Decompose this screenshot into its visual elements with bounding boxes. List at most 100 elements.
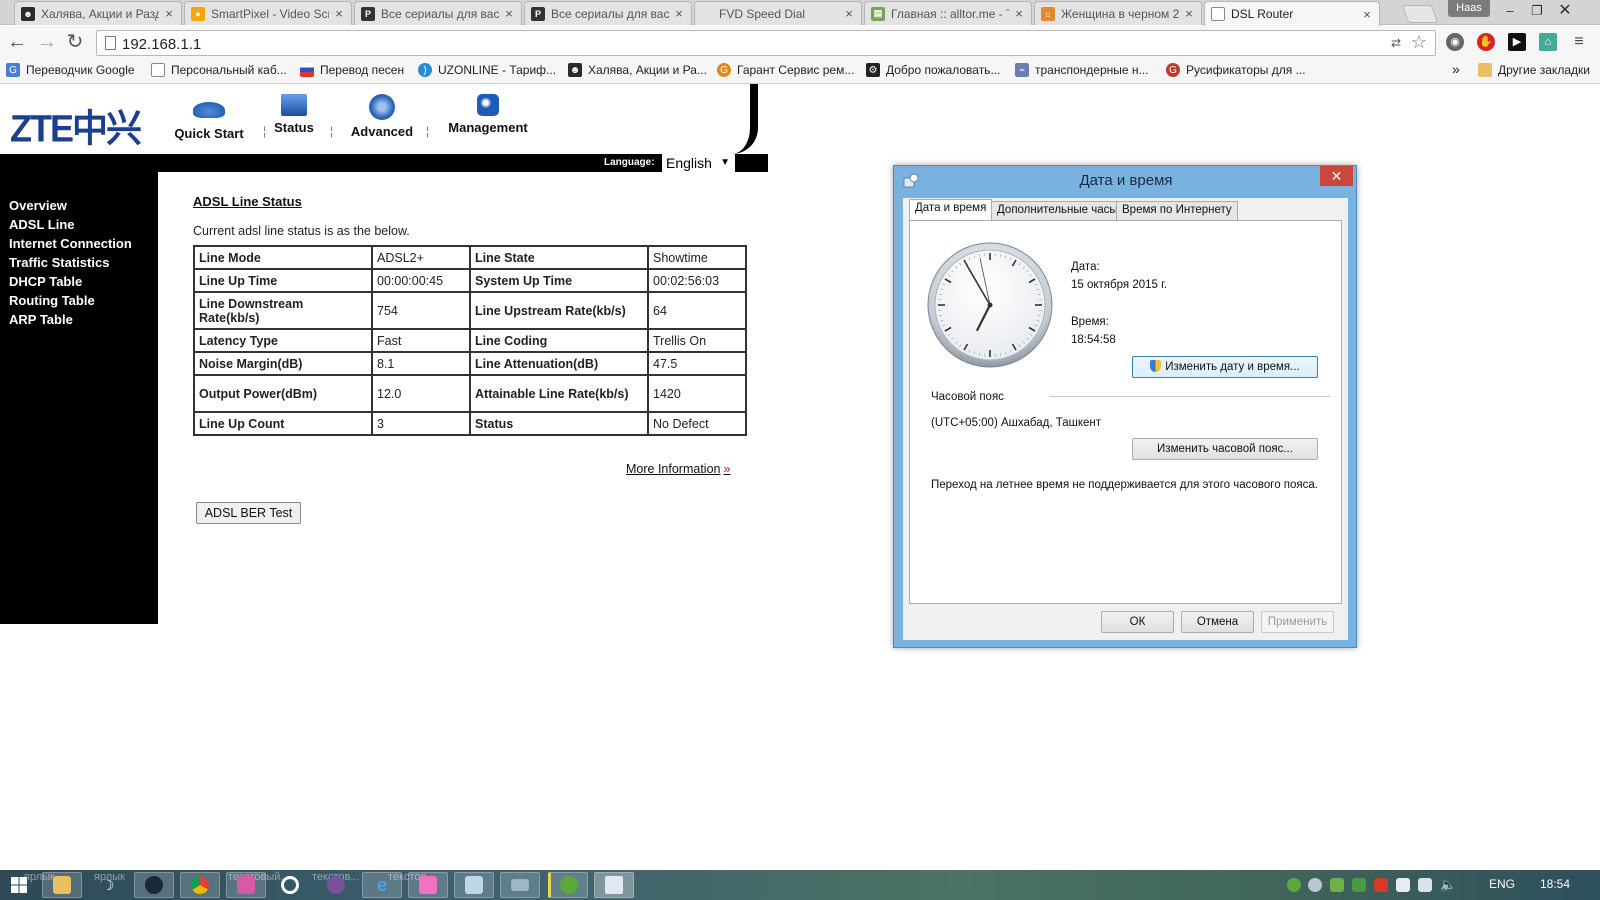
taskbar-steam[interactable] <box>134 872 174 898</box>
close-icon[interactable]: × <box>1183 6 1195 21</box>
table-key: Line State <box>469 245 649 270</box>
bookmark[interactable]: ⚙ Добро пожаловать... <box>866 63 1000 77</box>
taskbar-app[interactable] <box>226 872 266 898</box>
browser-tab[interactable]: FVD Speed Dial × <box>694 1 862 25</box>
input-language-indicator[interactable]: ENG <box>1489 877 1515 891</box>
nav-management[interactable]: Management <box>442 94 534 135</box>
close-window-icon[interactable]: ✕ <box>1553 2 1577 20</box>
browser-tab[interactable]: ☻ Халява, Акции и Разд × <box>14 1 182 25</box>
table-key: Line Up Count <box>193 411 373 436</box>
browser-tab[interactable]: P Все сериалы для вас × <box>354 1 522 25</box>
back-icon[interactable]: ← <box>4 30 30 56</box>
adsl-ber-test-button[interactable]: ADSL BER Test <box>196 502 301 524</box>
new-tab-button[interactable] <box>1401 5 1439 23</box>
bookmark[interactable]: ☻ Халява, Акции и Ра... <box>568 63 707 77</box>
bookmark[interactable]: Персональный каб... <box>151 63 287 77</box>
sidebar-item-arp-table[interactable]: ARP Table <box>9 312 73 327</box>
close-icon[interactable]: × <box>843 6 855 21</box>
sidebar-item-overview[interactable]: Overview <box>9 198 67 213</box>
extension-home-icon[interactable]: ⌂ <box>1539 33 1557 51</box>
sidebar-item-routing-table[interactable]: Routing Table <box>9 293 95 308</box>
taskbar-chrome[interactable] <box>180 872 220 898</box>
garant-icon: G <box>717 63 731 77</box>
table-value: 3 <box>371 411 471 436</box>
close-icon[interactable]: ✕ <box>1320 166 1353 186</box>
close-icon[interactable]: × <box>333 6 345 21</box>
page-title: ADSL Line Status <box>193 194 302 209</box>
browser-tab[interactable]: ▤ Главная :: alltor.me - Т × <box>864 1 1032 25</box>
tab-date-time[interactable]: Дата и время <box>909 199 993 220</box>
cancel-button[interactable]: Отмена <box>1181 611 1254 633</box>
page-icon <box>151 63 165 77</box>
taskbar-ie[interactable]: e <box>362 872 402 898</box>
other-bookmarks[interactable]: Другие закладки <box>1478 63 1590 77</box>
start-button[interactable] <box>2 872 36 898</box>
translate-icon[interactable]: ⇄ <box>1391 36 1401 50</box>
folder-icon <box>1478 63 1492 77</box>
close-icon[interactable]: × <box>503 6 515 21</box>
change-timezone-button[interactable]: Изменить часовой пояс... <box>1132 438 1318 460</box>
tab-additional-clocks[interactable]: Дополнительные часы <box>991 201 1124 220</box>
bookmark[interactable]: G Гарант Сервис рем... <box>717 63 854 77</box>
extension-terminal-icon[interactable]: ▶ <box>1508 33 1526 51</box>
taskbar-app[interactable] <box>454 872 494 898</box>
taskbar-app[interactable] <box>548 872 588 898</box>
browser-tab[interactable]: P Все сериалы для вас × <box>524 1 692 25</box>
browser-tab[interactable]: ⌂ Женщина в черном 2 × <box>1034 1 1202 25</box>
browser-tab-active[interactable]: DSL Router × <box>1204 1 1380 26</box>
profile-button[interactable]: Haas <box>1448 0 1490 17</box>
change-datetime-button[interactable]: Изменить дату и время... <box>1132 356 1318 378</box>
forward-icon[interactable]: → <box>34 30 60 56</box>
restore-icon[interactable]: ❐ <box>1525 2 1549 20</box>
nav-advanced[interactable]: Advanced <box>346 94 418 139</box>
taskbar-app[interactable] <box>270 872 310 898</box>
adblock-icon[interactable]: ✋ <box>1477 33 1495 51</box>
tray-icon[interactable] <box>1287 878 1301 892</box>
bookmarks-overflow-button[interactable]: » <box>1452 61 1460 77</box>
close-icon[interactable]: × <box>673 6 685 21</box>
tray-icon[interactable] <box>1330 878 1344 892</box>
nav-status[interactable]: Status <box>270 94 318 135</box>
close-icon[interactable]: × <box>163 6 175 21</box>
flag-tray-icon[interactable] <box>1396 878 1410 892</box>
menu-icon[interactable]: ≡ <box>1570 33 1588 51</box>
minimize-icon[interactable]: – <box>1498 2 1522 20</box>
taskbar-viber[interactable] <box>316 872 356 898</box>
bookmark[interactable]: G Русификаторы для ... <box>1166 63 1306 77</box>
address-bar[interactable]: 192.168.1.1 ⇄ ☆ <box>96 30 1436 56</box>
bookmark[interactable]: ⌁ транспондерные н... <box>1015 63 1149 77</box>
sidebar-item-adsl-line[interactable]: ADSL Line <box>9 217 75 232</box>
extension-globe-icon[interactable]: ◉ <box>1446 33 1464 51</box>
bookmark[interactable]: G Переводчик Google <box>6 63 135 77</box>
reload-icon[interactable]: ↻ <box>62 30 88 56</box>
taskbar-app[interactable] <box>408 872 448 898</box>
sidebar-item-internet-connection[interactable]: Internet Connection <box>9 236 132 251</box>
table-value: Showtime <box>647 245 747 270</box>
bookmark[interactable]: ) UZONLINE - Тариф... <box>418 63 556 77</box>
torrent-icon <box>560 876 578 894</box>
more-information-link[interactable]: More Information» <box>626 462 730 476</box>
taskbar-app[interactable]: ☽ <box>88 872 128 898</box>
network-tray-icon[interactable] <box>1418 878 1432 892</box>
close-icon[interactable]: × <box>1361 7 1373 22</box>
apply-button[interactable]: Применить <box>1261 611 1334 633</box>
tray-icon[interactable] <box>1374 878 1388 892</box>
bookmark[interactable]: Перевод песен <box>300 63 404 77</box>
taskbar-datetime-settings[interactable] <box>594 872 634 898</box>
browser-tab[interactable]: ● SmartPixel - Video Scr × <box>184 1 352 25</box>
star-icon[interactable]: ☆ <box>1411 32 1427 53</box>
taskbar-clock[interactable]: 18:54 <box>1540 877 1570 891</box>
volume-tray-icon[interactable]: 🔈 <box>1440 878 1456 892</box>
steam-tray-icon[interactable] <box>1308 878 1322 892</box>
table-key: Noise Margin(dB) <box>193 351 373 376</box>
nav-quick-start[interactable]: Quick Start <box>172 94 246 141</box>
tab-internet-time[interactable]: Время по Интернету <box>1116 201 1238 220</box>
tray-icon[interactable] <box>1352 878 1366 892</box>
sidebar-item-dhcp-table[interactable]: DHCP Table <box>9 274 82 289</box>
taskbar-explorer[interactable] <box>42 872 82 898</box>
taskbar-app[interactable] <box>500 872 540 898</box>
ok-button[interactable]: ОК <box>1101 611 1174 633</box>
close-icon[interactable]: × <box>1013 6 1025 21</box>
sidebar-item-traffic-statistics[interactable]: Traffic Statistics <box>9 255 109 270</box>
language-select[interactable]: English ▼ <box>662 154 735 172</box>
